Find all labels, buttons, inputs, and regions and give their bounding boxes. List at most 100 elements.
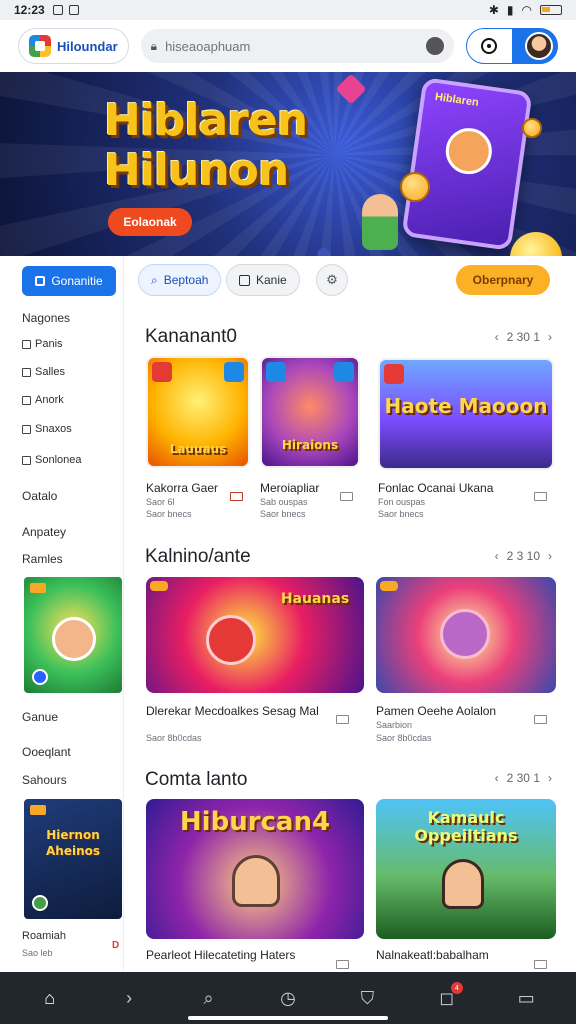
notification-icon (52, 5, 63, 15)
avatar[interactable] (525, 32, 553, 60)
game-subtitle: Saor 6l (146, 497, 175, 507)
chevron-right-icon[interactable]: › (111, 980, 147, 1016)
checkbox-icon (22, 339, 31, 349)
thumbnail-art-text: Lauuaus (169, 442, 227, 456)
search-icon[interactable]: ⌕ (191, 980, 227, 1016)
thumbnail-art-text: Hiraions (281, 438, 339, 452)
system-icons: ✱ ▮ ◠ (489, 3, 562, 17)
save-icon[interactable] (340, 492, 353, 501)
thumbnail-art-text: Hiburcan4 (179, 807, 331, 837)
chevron-left-icon[interactable]: ‹ (495, 549, 499, 563)
game-thumbnail[interactable]: Hiraions (260, 356, 360, 468)
game-thumbnail[interactable]: Kamaulc Oppeiltians (376, 799, 556, 939)
sidebar-group-label[interactable]: Ooeqlant (22, 745, 71, 759)
character-art (442, 859, 484, 909)
sidebar-group-label[interactable]: Anpatey (22, 525, 66, 539)
home-indicator[interactable] (188, 1016, 388, 1020)
sidebar-item[interactable]: Sonlonea (22, 454, 82, 466)
chevron-left-icon[interactable]: ‹ (495, 330, 499, 344)
battery-icon (540, 5, 562, 15)
chevron-right-icon[interactable]: › (548, 549, 552, 563)
save-icon[interactable] (336, 960, 349, 969)
search-icon: ⌕ (151, 272, 158, 287)
game-title[interactable]: Pearleot Hilecateting Haters (146, 948, 295, 962)
lock-icon (35, 276, 46, 286)
sidebar-item[interactable]: Snaxos (22, 423, 72, 435)
game-title[interactable]: Nalnakeatl:babalham (376, 948, 489, 962)
sidebar-item[interactable]: Panis (22, 338, 63, 350)
save-icon[interactable] (534, 715, 547, 724)
sidebar-item[interactable]: Anork (22, 394, 64, 406)
orange-action-button[interactable]: Oberpnary (456, 265, 550, 295)
coin-decoration (400, 172, 430, 202)
game-thumbnail[interactable]: Lauuaus (146, 356, 250, 468)
chevron-left-icon[interactable]: ‹ (495, 771, 499, 785)
sidebar-primary-label: Gonanitie (51, 274, 103, 288)
app-badge-icon (224, 362, 244, 382)
search-input[interactable] (165, 38, 418, 54)
game-title[interactable]: Meroiapliar (260, 481, 319, 495)
wifi-icon: ◠ (521, 3, 532, 17)
hero-banner[interactable]: Hiblaren Hilunon Eolaonak Hiblaren (0, 72, 576, 256)
sidebar-item-label: Sonlonea (35, 454, 82, 466)
filter-chip[interactable]: ⌕ Beptoah (138, 264, 222, 296)
sidebar-group-label[interactable]: Ganue (22, 710, 58, 724)
settings-chip[interactable]: ⚙ (316, 264, 348, 296)
game-thumbnail[interactable]: Haote Maooon (378, 358, 554, 470)
sidebar-group-label[interactable]: Oatalo (22, 489, 57, 503)
filter-bar: ⌕ Beptoah Kanie ⚙ Oberpnary (138, 264, 558, 298)
game-subtitle: Saarbion (376, 720, 413, 730)
save-icon[interactable] (534, 492, 547, 501)
game-subtitle: Saor bnecs (378, 509, 424, 519)
filter-chip-label: Kanie (256, 273, 287, 287)
thumbnail-art-text: Hauanas (280, 591, 350, 607)
sidebar-game-card[interactable]: Hiernon Aheinos (24, 799, 122, 919)
home-icon[interactable]: ⌂ (32, 980, 68, 1016)
app-logo[interactable]: Hiloundar (18, 28, 129, 64)
sidebar-group-label[interactable]: Ramles (22, 552, 63, 566)
menu-icon[interactable]: ▭ (508, 980, 544, 1016)
app-header: Hiloundar 🔒︎ (0, 20, 576, 72)
sidebar-game-card[interactable] (24, 577, 122, 693)
game-thumbnail[interactable]: Hauanas (146, 577, 364, 693)
game-subtitle: Fon ouspas (378, 497, 426, 507)
profile-pill[interactable] (466, 28, 558, 64)
game-title[interactable]: Pamen Oeehe Aolalon (376, 704, 496, 718)
sidebar-item-label: Panis (35, 338, 63, 350)
search-bar[interactable]: 🔒︎ (140, 29, 454, 63)
game-subtitle: Saor 8b0cdas (146, 733, 202, 743)
banner-title: Hiblaren Hilunon (104, 95, 308, 196)
banner-cta-button[interactable]: Eolaonak (108, 208, 192, 236)
banner-title-line-1: Hiblaren (104, 95, 308, 146)
game-title[interactable]: Dlerekar Mecdoalkes Sesag Mal (146, 704, 319, 718)
game-thumbnail[interactable]: Hiburcan4 (146, 799, 364, 939)
sidebar-item[interactable]: Salles (22, 366, 65, 378)
phone-title: Hiblaren (434, 90, 480, 109)
app-badge-icon (266, 362, 286, 382)
chevron-right-icon[interactable]: › (548, 771, 552, 785)
chevron-right-icon[interactable]: › (548, 330, 552, 344)
checkbox-icon (22, 395, 31, 405)
game-subtitle: Saor bnecs (260, 509, 306, 519)
shield-icon[interactable]: ⛉ (349, 980, 385, 1016)
tag-icon (380, 581, 398, 591)
banner-title-line-2: Hilunon (104, 145, 289, 196)
tag-icon (30, 805, 46, 815)
app-badge-icon (384, 364, 404, 384)
game-thumbnail[interactable] (376, 577, 556, 693)
target-icon[interactable] (481, 38, 497, 54)
bell-icon[interactable]: ◻ 4 (429, 980, 465, 1016)
filter-chip[interactable]: Kanie (226, 264, 300, 296)
game-title[interactable]: Kakorra Gaer (146, 481, 218, 495)
character-art (440, 609, 490, 659)
sidebar-primary-button[interactable]: Gonanitie (22, 266, 116, 296)
clock-icon[interactable]: ◷ (270, 980, 306, 1016)
save-icon[interactable] (534, 960, 547, 969)
save-icon[interactable] (336, 715, 349, 724)
coin-decoration (522, 118, 542, 138)
bluetooth-icon: ✱ (488, 3, 499, 17)
save-icon[interactable] (230, 492, 243, 501)
mic-icon[interactable] (426, 37, 444, 55)
game-title[interactable]: Fonlac Ocanai Ukana (378, 481, 493, 495)
sidebar-group-label[interactable]: Sahours (22, 773, 67, 787)
